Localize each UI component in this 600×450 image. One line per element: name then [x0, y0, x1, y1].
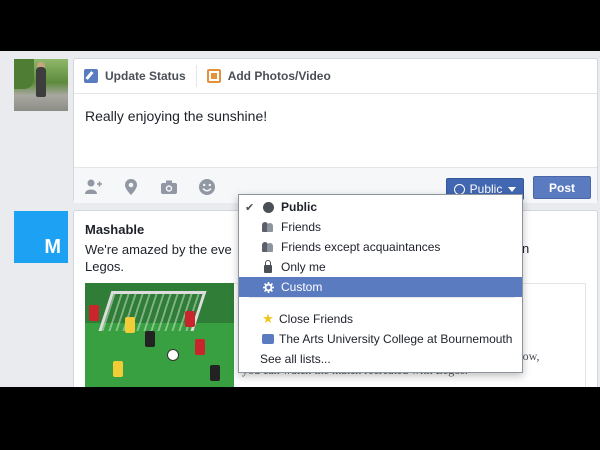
story-text-line1: We're amazed by the eve: [85, 242, 232, 257]
privacy-list-label: Close Friends: [279, 312, 354, 326]
globe-icon: [453, 183, 465, 195]
tab-divider: [195, 65, 197, 87]
tab-update-status-label: Update Status: [105, 69, 186, 83]
friends-icon: [262, 221, 274, 233]
tab-add-photos-video[interactable]: Add Photos/Video: [206, 59, 341, 94]
emoji-icon[interactable]: [198, 178, 216, 196]
privacy-option-label: Friends except acquaintances: [281, 240, 441, 254]
story-text-line1-end: n: [522, 241, 530, 256]
privacy-option-label: Friends: [281, 220, 322, 234]
privacy-list-close-friends[interactable]: ★ Close Friends: [239, 309, 522, 329]
menu-separator: [249, 297, 515, 298]
lock-icon: [262, 259, 274, 273]
privacy-option-label: Custom: [281, 280, 323, 294]
privacy-dropdown-menu: ✔ Public Friends Friends except acquaint…: [238, 194, 523, 373]
star-icon: ★: [262, 311, 274, 326]
tab-add-photos-video-label: Add Photos/Video: [227, 69, 331, 83]
school-icon: [262, 333, 274, 345]
tag-friends-icon[interactable]: [84, 178, 102, 196]
location-icon[interactable]: [122, 178, 140, 196]
privacy-option-label: Only me: [281, 260, 326, 274]
caret-down-icon: [508, 186, 517, 192]
news-feed: Update Status Add Photos/Video Really en…: [0, 51, 600, 387]
status-input[interactable]: Really enjoying the sunshine!: [85, 108, 267, 124]
page-avatar[interactable]: M: [14, 211, 68, 263]
photo-icon: [206, 69, 221, 83]
privacy-option-friends-except-acquaintances[interactable]: Friends except acquaintances: [239, 237, 522, 257]
checkmark-icon: ✔: [245, 201, 255, 214]
privacy-option-only-me[interactable]: Only me: [239, 257, 522, 277]
privacy-list-label: The Arts University College at Bournemou…: [279, 332, 513, 346]
privacy-option-friends[interactable]: Friends: [239, 217, 522, 237]
privacy-option-label: Public: [281, 200, 318, 214]
story-page-name[interactable]: Mashable: [85, 222, 144, 237]
privacy-option-custom[interactable]: Custom: [239, 277, 522, 297]
composer-tabs: Update Status Add Photos/Video: [74, 59, 597, 94]
globe-icon: [262, 201, 274, 213]
camera-icon[interactable]: [160, 178, 178, 196]
pencil-icon: [84, 69, 98, 83]
privacy-list-arts-university[interactable]: The Arts University College at Bournemou…: [239, 329, 522, 349]
privacy-option-public[interactable]: ✔ Public: [239, 197, 522, 217]
see-all-lists-link[interactable]: See all lists...: [239, 349, 522, 369]
story-image[interactable]: [85, 283, 234, 387]
story-text-line2: Legos.: [85, 259, 125, 274]
see-all-lists-label: See all lists...: [260, 352, 331, 366]
story-text: We're amazed by the eve Legos.: [85, 241, 232, 275]
gear-icon: [262, 281, 274, 293]
status-composer: Update Status Add Photos/Video Really en…: [73, 58, 598, 203]
user-avatar[interactable]: [14, 59, 68, 111]
tab-update-status[interactable]: Update Status: [84, 59, 196, 94]
post-button[interactable]: Post: [533, 176, 591, 199]
friends-except-icon: [262, 241, 274, 253]
